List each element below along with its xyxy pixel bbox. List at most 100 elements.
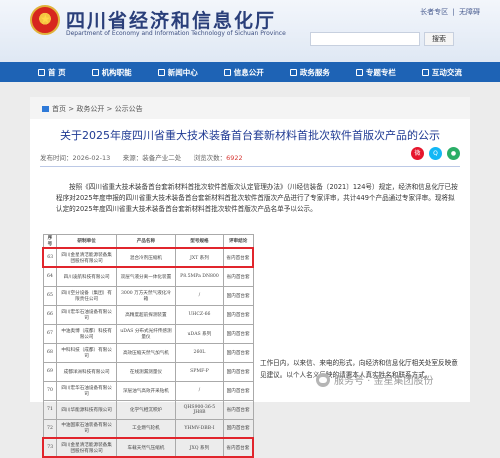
service-icon	[289, 68, 297, 76]
table-cell-type: 省内首台套	[222, 247, 254, 268]
article-meta: 发布时间：2026-02-13 来源：装备产业二处 浏览次数：6922	[40, 152, 243, 162]
table-cell-model: UHCZ-66	[175, 304, 224, 325]
news-icon	[157, 68, 165, 76]
table-cell-product: 3000 万方天然气液化冷箱	[115, 285, 177, 306]
table-cell-no: 66	[42, 304, 58, 325]
table-cell-type: 国内首台套	[222, 418, 254, 439]
table-cell-no: 73	[42, 437, 58, 458]
table-row: 69 成都洋洲科技有限公司 在线测漏测量仪 SPMF-P 国内首台套	[42, 361, 254, 382]
article-body: 按照《四川省重大技术装备首台套新材料首批次软件首版次认定管理办法》（川经信装备〔…	[56, 182, 458, 216]
table-cell-model: /	[175, 285, 224, 306]
table-cell-model: SPMF-P	[175, 361, 224, 382]
table-cell-product: 车载天然气压缩机	[115, 437, 177, 458]
weibo-icon[interactable]: 微	[411, 147, 424, 160]
share-buttons: 微 Q ●	[411, 147, 460, 160]
table-cell-model: /	[175, 380, 224, 401]
home-icon	[38, 68, 46, 76]
product-table: 序号 研制单位 产品名称 型号规格 评审结论 63 四川金星清洁能源装备集团股份有…	[42, 234, 254, 458]
table-row: 63 四川金星清洁能源装备集团股份有限公司 混合冷剂压缩机 JXT 系列 省内首台套	[42, 247, 254, 268]
table-cell-no: 65	[42, 285, 58, 306]
views-label: 浏览次数：	[193, 154, 227, 162]
table-cell-unit: 中油奥博（成都）科技有限公司	[56, 323, 117, 344]
table-row: 66 四川宏华石油设备有限公司 高精度超前探测装置 UHCZ-66 国内首台套	[42, 304, 254, 325]
nav-item-home[interactable]: 首 页	[38, 67, 66, 78]
nav-item-services[interactable]: 政务服务	[289, 67, 330, 78]
table-cell-type: 国内首台套	[222, 304, 254, 325]
table-cell-unit: 四川宏华石油设备有限公司	[56, 304, 117, 325]
table-cell-unit: 四川空分设备（集团）有限责任公司	[56, 285, 117, 306]
article: 关于2025年度四川省重大技术装备首台套新材料首批次软件首版次产品的公示 发布时…	[30, 119, 470, 458]
table-row: 73 四川金星清洁能源装备集团股份有限公司 车载天然气压缩机 JXQ 系列 省内首台套	[42, 437, 254, 458]
nav-item-news[interactable]: 新闻中心	[157, 67, 198, 78]
nav-item-disclosure[interactable]: 信息公开	[223, 67, 264, 78]
top-links-separator: |	[452, 8, 455, 16]
table-cell-model: QHS900-36-5 JH8B	[175, 399, 224, 420]
table-cell-no: 72	[42, 418, 58, 439]
nav-item-topics[interactable]: 专题专栏	[355, 67, 396, 78]
table-header: 评审结论	[222, 234, 254, 249]
site-subtitle: Department of Economy and Information Te…	[66, 30, 286, 37]
chat-icon	[421, 68, 429, 76]
table-row: 65 四川空分设备（集团）有限责任公司 3000 万方天然气液化冷箱 / 国内首台套	[42, 285, 254, 306]
qq-icon[interactable]: Q	[429, 147, 442, 160]
table-cell-no: 69	[42, 361, 58, 382]
national-emblem-icon: ★	[30, 5, 60, 35]
table-cell-product: 在线测漏测量仪	[115, 361, 177, 382]
wechat-icon[interactable]: ●	[447, 147, 460, 160]
table-cell-unit: 四川华能源科技有限公司	[56, 399, 117, 420]
building-icon	[91, 68, 99, 76]
table-cell-product: uDAS 分布式光纤传感测量仪	[115, 323, 177, 344]
table-cell-product: 双层气液分离一体化装置	[115, 266, 177, 287]
table-cell-type: 国内首台套	[222, 342, 254, 363]
table-cell-model: uDAS 系列	[175, 323, 224, 344]
topic-icon	[355, 68, 363, 76]
table-cell-product: 化学气相沉积炉	[115, 399, 177, 420]
table-cell-unit: 成都洋洲科技有限公司	[56, 361, 117, 382]
search-input[interactable]	[310, 32, 420, 46]
table-row: 70 四川宏华石油设备有限公司 深层油气高效开采钻机 / 国内首台套	[42, 380, 254, 401]
table-cell-unit: 中油国家石油装备有限公司	[56, 418, 117, 439]
site-header: ★ 四川省经济和信息化厅 Department of Economy and I…	[0, 0, 500, 62]
table-cell-no: 63	[42, 247, 58, 268]
table-cell-type: 国内首台套	[222, 361, 254, 382]
nav-item-label: 信息公开	[233, 67, 264, 77]
table-cell-model: P8.5MPa DN800	[175, 266, 224, 287]
table-cell-no: 70	[42, 380, 58, 401]
table-header: 产品名称	[115, 234, 177, 249]
document-icon	[223, 68, 231, 76]
nav-item-label: 专题专栏	[365, 67, 396, 77]
elder-zone-link[interactable]: 长者专区	[420, 8, 448, 16]
table-cell-product: 工业燃气轮机	[115, 418, 177, 439]
watermark-text: 服务号 · 金星集团股份	[334, 376, 434, 387]
nav-item-interaction[interactable]: 互动交流	[421, 67, 462, 78]
table-cell-unit: 四川凌航科技有限公司	[56, 266, 117, 287]
breadcrumb-text[interactable]: 首页 > 政务公开 > 公示公告	[52, 105, 143, 113]
table-cell-model: 260L	[175, 342, 224, 363]
service-account-icon	[316, 372, 330, 387]
table-header: 序号	[42, 234, 58, 249]
table-row: 72 中油国家石油装备有限公司 工业燃气轮机 YHMV-DBB-I 国内首台套	[42, 418, 254, 439]
table-row: 71 四川华能源科技有限公司 化学气相沉积炉 QHS900-36-5 JH8B 省内首台…	[42, 399, 254, 420]
table-cell-product: 深层油气高效开采钻机	[115, 380, 177, 401]
top-links: 长者专区 | 无障碍	[418, 7, 480, 17]
table-cell-type: 省内首台套	[222, 437, 254, 458]
nav-item-functions[interactable]: 机构职能	[91, 67, 132, 78]
table-header: 研制单位	[56, 234, 117, 249]
main-nav: 首 页 机构职能 新闻中心 信息公开 政务服务 专题专栏 互动交流	[0, 62, 500, 82]
table-cell-model: YHMV-DBB-I	[175, 418, 224, 439]
nav-item-label: 政务服务	[299, 67, 330, 77]
watermark: 服务号 · 金星集团股份	[316, 372, 434, 387]
table-cell-unit: 四川金星清洁能源装备集团股份有限公司	[56, 437, 117, 458]
search-button[interactable]: 搜索	[424, 32, 454, 46]
table-cell-unit: 四川金星清洁能源装备集团股份有限公司	[56, 247, 117, 268]
nav-item-label: 互动交流	[431, 67, 462, 77]
accessibility-link[interactable]: 无障碍	[459, 8, 480, 16]
table-header: 型号规格	[175, 234, 224, 249]
table-cell-no: 71	[42, 399, 58, 420]
views-count: 6922	[226, 154, 243, 162]
nav-item-label: 新闻中心	[167, 67, 198, 77]
article-title: 关于2025年度四川省重大技术装备首台套新材料首批次软件首版次产品的公示	[60, 129, 440, 142]
table-cell-product: 高效压缩天然气加气机	[115, 342, 177, 363]
table-cell-model: JXQ 系列	[175, 437, 224, 458]
site-title[interactable]: 四川省经济和信息化厅	[66, 6, 276, 33]
